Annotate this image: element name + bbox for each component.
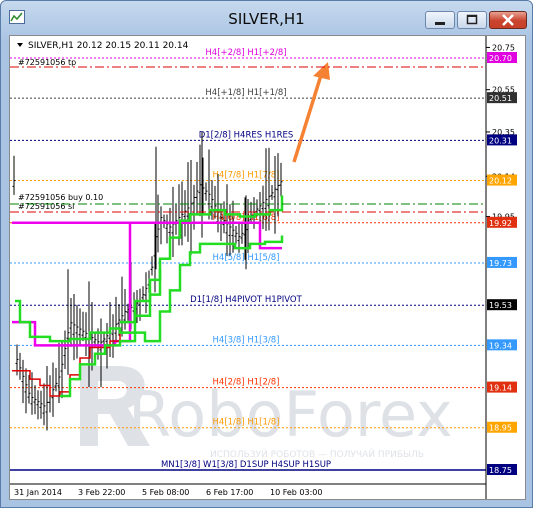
price-badge-text: 20.70 [489,54,512,63]
price-tick: 20.75 [492,43,515,52]
price-chart[interactable]: RoboForex ИСПОЛЬЗУЙ РОБОТОВ — ПОЛУЧАЙ ПР… [10,36,525,499]
chart-window: SILVER,H1 RoboForex ИСПОЛЬЗУЙ РОБОТОВ — … [0,0,533,508]
time-tick: 6 Feb 17:00 [206,488,253,497]
symbol-info: SILVER,H1 20.12 20.15 20.11 20.14 [28,41,189,51]
maximize-button[interactable] [457,11,487,29]
order-tp-label: #72591056 tp [18,58,76,67]
close-button[interactable] [489,11,527,29]
chart-area[interactable]: RoboForex ИСПОЛЬЗУЙ РОБОТОВ — ПОЛУЧАЙ ПР… [9,35,526,500]
level-label: H4[1/8] H1[1/8] [213,418,280,428]
maximize-icon [466,14,478,25]
title-bar[interactable]: SILVER,H1 [1,1,532,35]
time-tick: 31 Jan 2014 [14,488,62,497]
price-badge-text: 20.12 [489,177,512,186]
price-badge-text: 18.75 [489,466,512,475]
minimize-button[interactable] [425,11,455,29]
order-buy-label: #72591056 buy 0.10 [18,193,103,202]
price-badge-text: 19.92 [489,219,512,228]
level-label: H4[+2/8] H1[+2/8] [205,48,286,58]
minimize-icon [435,22,445,25]
level-label: D1[1/8] H4PIVOT H1PIVOT [190,295,302,305]
price-badge-text: 19.14 [489,384,512,393]
order-sl-label: #72591056 sl [18,202,74,211]
price-badge-text: 19.73 [489,259,512,268]
time-tick: 5 Feb 08:00 [142,488,189,497]
time-axis[interactable]: 31 Jan 2014 3 Feb 22:00 5 Feb 08:00 6 Fe… [10,483,486,497]
price-badge-text: 18.95 [489,424,512,433]
price-badge-text: 20.51 [489,94,512,103]
forecast-arrow [292,62,330,163]
triangle-down-icon [17,43,23,47]
level-label: D1[2/8] H4RES H1RES [199,130,294,140]
level-label: H4[2/8] H1[2/8] [213,378,280,388]
time-tick: 3 Feb 22:00 [78,488,125,497]
price-badge-text: 19.53 [489,301,512,310]
time-tick: 10 Feb 03:00 [270,488,322,497]
price-badge-text: 19.34 [489,341,512,350]
watermark-brand: RoboForex [128,378,453,451]
level-label: H4[+1/8] H1[+1/8] [205,88,286,98]
close-icon [502,14,514,26]
level-label: MN1[3/8] W1[3/8] D1SUP H4SUP H1SUP [161,460,331,470]
level-label: H4[3/8] H1[3/8] [213,335,280,345]
price-badge-text: 20.31 [489,136,512,145]
watermark-tagline: ИСПОЛЬЗУЙ РОБОТОВ — ПОЛУЧАЙ ПРИБЫЛЬ [210,448,424,460]
price-axis[interactable]: 20.7520.5520.3520.1419.9520.7020.5120.31… [485,36,517,499]
